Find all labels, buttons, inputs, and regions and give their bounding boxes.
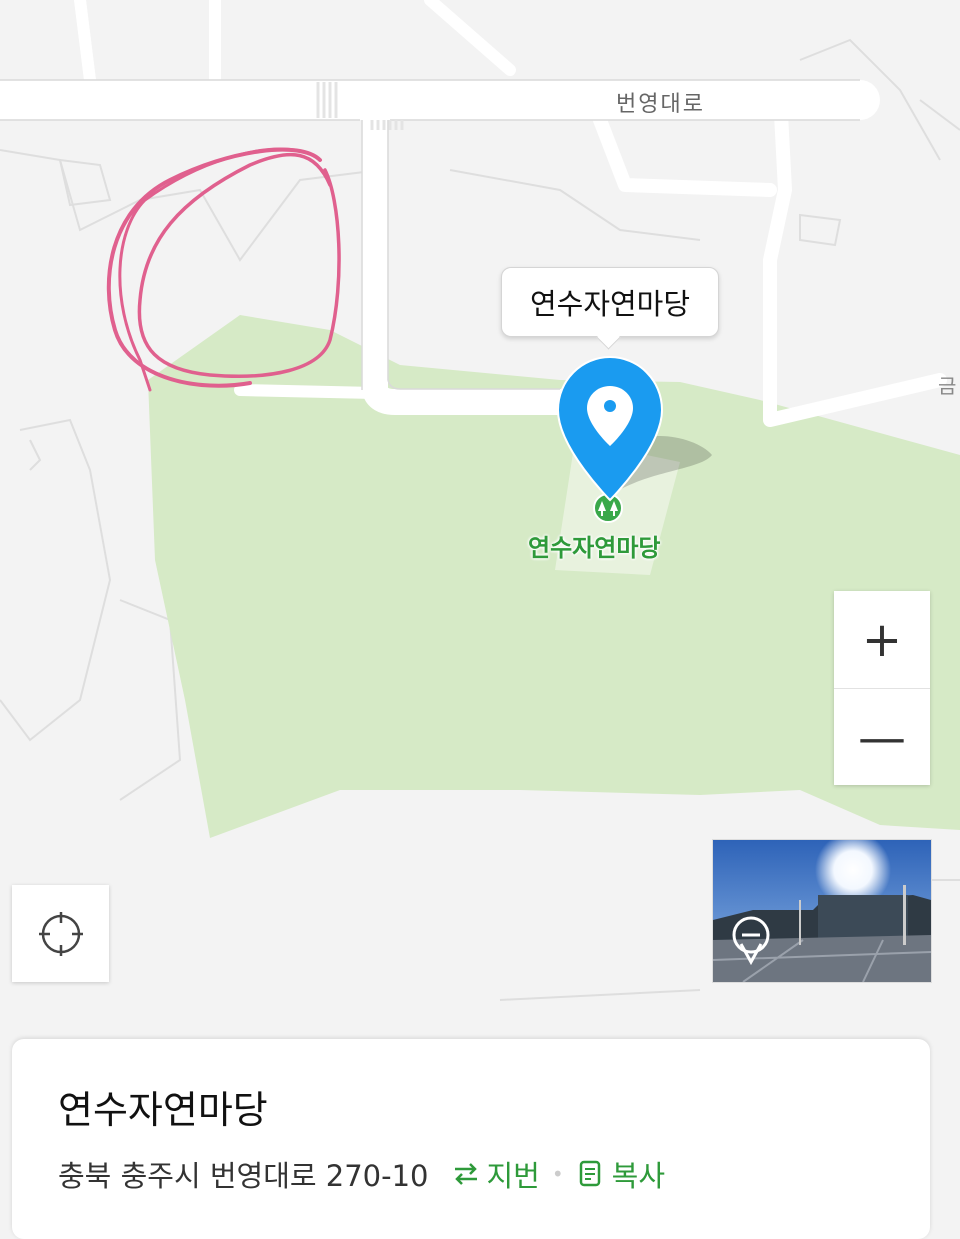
- road-label-edge: 금: [938, 374, 957, 398]
- zoom-in-button[interactable]: +: [834, 591, 930, 688]
- place-info-card[interactable]: 연수자연마당 충북 충주시 번영대로 270-10 지번 • 복사: [12, 1039, 930, 1239]
- swap-arrows-icon: [454, 1163, 477, 1185]
- separator-dot: •: [551, 1162, 564, 1186]
- lot-number-label: 지번: [486, 1159, 540, 1193]
- place-address-row: 충북 충주시 번영대로 270-10 지번 • 복사: [58, 1153, 665, 1195]
- map-canvas[interactable]: [0, 0, 960, 1211]
- copy-label: 복사: [611, 1159, 666, 1193]
- place-address: 충북 충주시 번영대로 270-10: [58, 1159, 429, 1193]
- crosshair-icon: [38, 911, 83, 956]
- zoom-controls: + —: [834, 591, 930, 785]
- my-location-button[interactable]: [12, 885, 109, 982]
- zoom-out-button[interactable]: —: [834, 688, 930, 786]
- lot-number-button[interactable]: 지번: [451, 1153, 540, 1195]
- place-title: 연수자연마당: [58, 1088, 268, 1132]
- road-label: 번영대로: [616, 92, 705, 117]
- place-map-label[interactable]: 연수자연마당: [528, 528, 660, 563]
- copy-icon: [579, 1160, 600, 1187]
- copy-button[interactable]: 복사: [576, 1153, 665, 1195]
- street-view-thumbnail[interactable]: [712, 839, 932, 983]
- place-callout[interactable]: 연수자연마당: [501, 267, 719, 337]
